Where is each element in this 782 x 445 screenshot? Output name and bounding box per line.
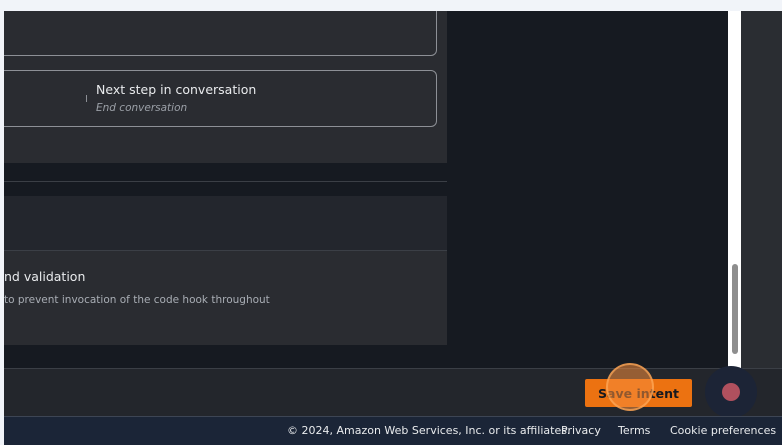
scrollbar[interactable] — [728, 11, 741, 368]
side-panel — [741, 11, 782, 368]
terms-link[interactable]: Terms — [618, 424, 650, 437]
section-divider — [4, 181, 447, 182]
code-hook-description: to prevent invocation of the code hook t… — [4, 294, 270, 306]
cookie-preferences-link[interactable]: Cookie preferences — [670, 424, 776, 437]
privacy-link[interactable]: Privacy — [561, 424, 601, 437]
scrollbar-thumb[interactable] — [732, 264, 738, 354]
copyright-text: © 2024, Amazon Web Services, Inc. or its… — [287, 424, 571, 437]
action-bar: Save intent — [4, 363, 782, 418]
code-hook-panel-header — [4, 196, 447, 251]
code-hook-panel: nd validation to prevent invocation of t… — [4, 251, 447, 345]
next-step-card[interactable]: Next step in conversation End conversati… — [4, 70, 437, 127]
code-hook-title: nd validation — [4, 269, 86, 284]
conversation-card[interactable] — [4, 11, 437, 56]
record-icon — [722, 383, 740, 401]
save-intent-button[interactable]: Save intent — [585, 379, 692, 407]
conversation-panel: Next step in conversation End conversati… — [4, 11, 447, 163]
column-divider — [86, 95, 87, 102]
next-step-label: Next step in conversation — [96, 82, 257, 97]
footer: © 2024, Amazon Web Services, Inc. or its… — [4, 416, 782, 445]
main-content: Next step in conversation End conversati… — [4, 11, 728, 368]
record-button[interactable] — [705, 366, 757, 418]
next-step-value: End conversation — [96, 102, 188, 114]
